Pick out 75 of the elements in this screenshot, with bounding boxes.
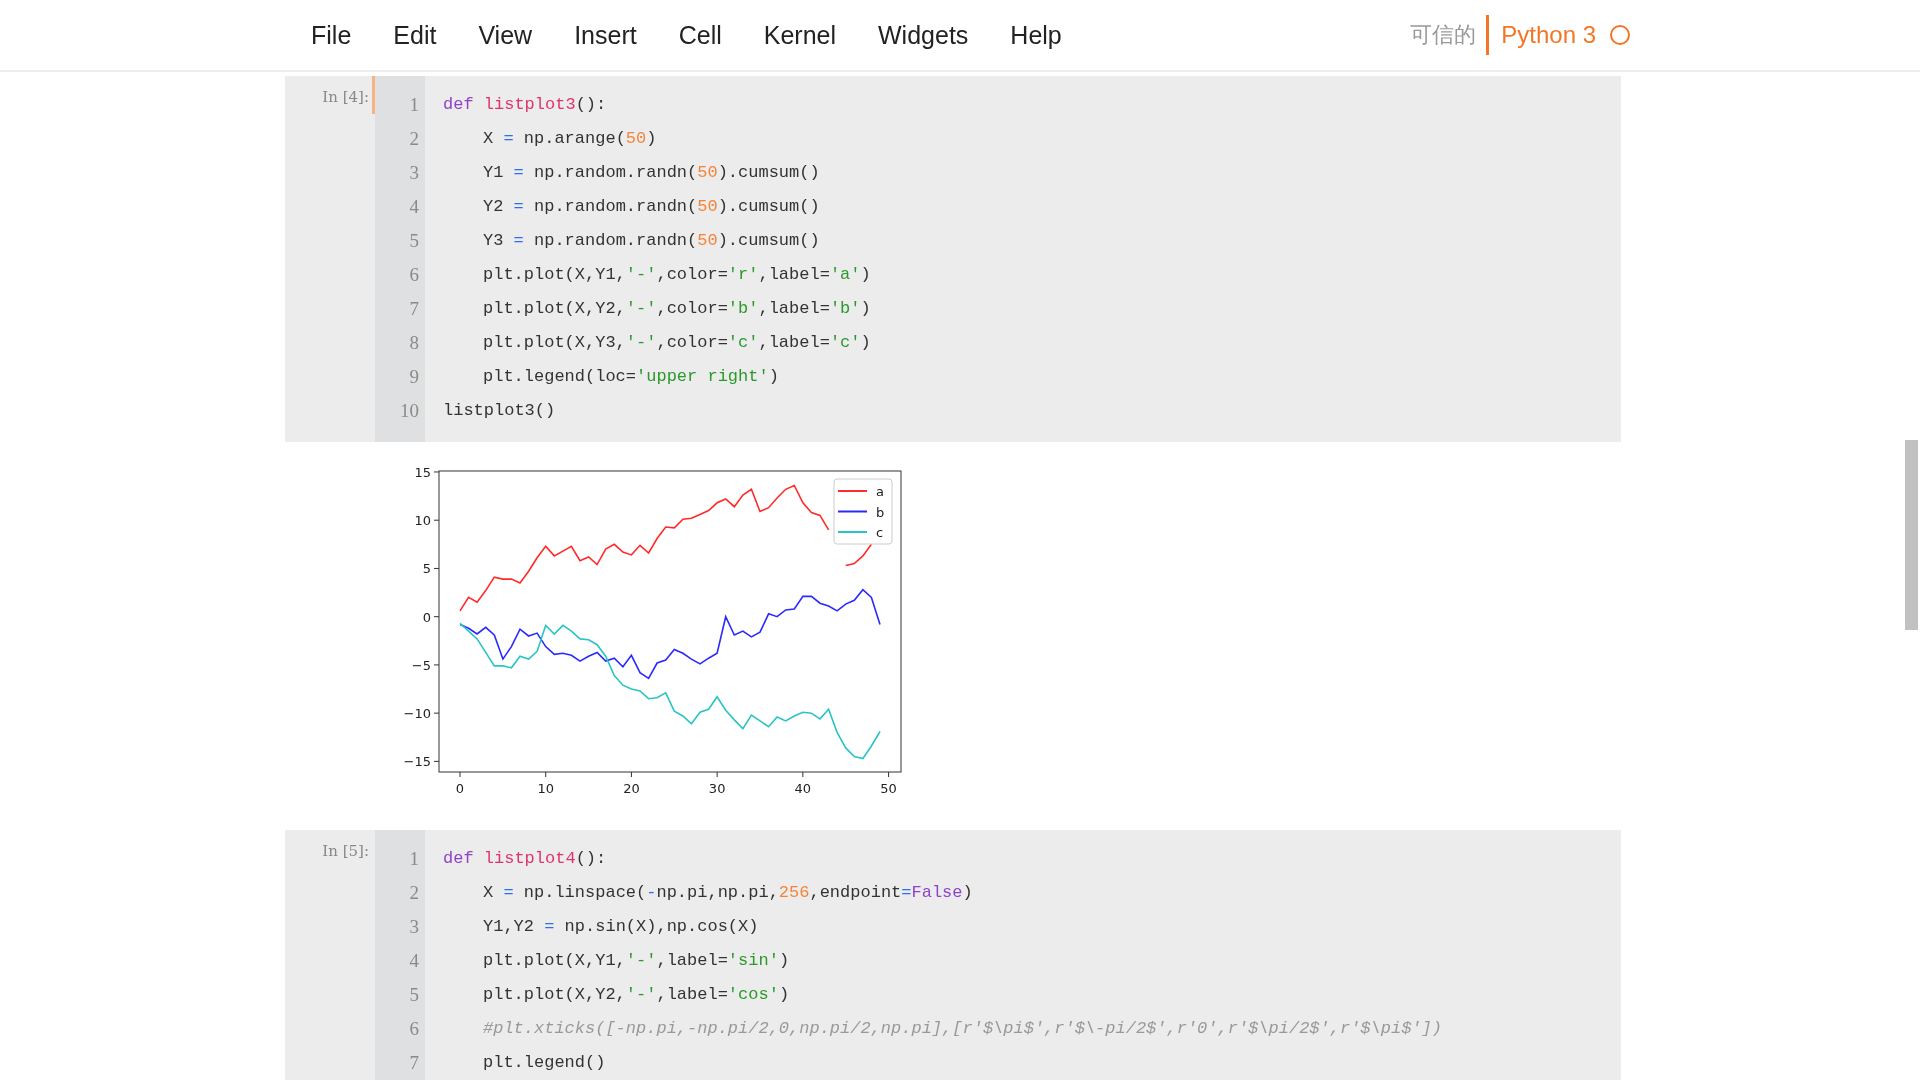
- y-tick-label: −10: [403, 706, 431, 722]
- x-tick: 20: [623, 771, 640, 796]
- y-tick: 0: [422, 609, 440, 625]
- y-tick-label: 15: [414, 464, 431, 480]
- code-line: plt.plot(X,Y1,'-',label='sin'): [482, 950, 791, 972]
- menu-item[interactable]: Help: [989, 20, 1083, 50]
- y-tick-label: 10: [414, 513, 431, 529]
- code-line: Y1,Y2 = np.sin(X),np.cos(X): [482, 916, 760, 938]
- code-line: Y2 = np.random.randn(50).cumsum(): [482, 196, 821, 218]
- x-tick-label: 0: [455, 781, 465, 796]
- menu-item[interactable]: Cell: [657, 20, 743, 50]
- code-line: listplot3(): [443, 400, 557, 422]
- code-line: def listplot3():: [443, 94, 608, 116]
- line-number: 6: [408, 1017, 420, 1041]
- menu-item[interactable]: Insert: [553, 20, 658, 50]
- x-tick-label: 10: [537, 781, 554, 796]
- line-number: 2: [408, 127, 420, 151]
- y-tick: 5: [422, 561, 440, 577]
- legend-label: c: [876, 525, 884, 540]
- code-line: Y3 = np.random.randn(50).cumsum(): [482, 230, 821, 252]
- line-number: 4: [408, 195, 420, 219]
- y-tick: 15: [414, 464, 440, 480]
- x-tick-label: 40: [794, 781, 812, 796]
- line-number: 2: [408, 881, 420, 905]
- y-tick-label: 0: [422, 609, 431, 625]
- line-number: 7: [408, 297, 420, 321]
- code-line: plt.legend(loc='upper right'): [482, 366, 780, 388]
- y-tick: −5: [411, 657, 440, 673]
- input-prompt: In [4]:: [322, 88, 370, 106]
- scrollbar-thumb[interactable]: [1905, 440, 1918, 630]
- line-number: 8: [408, 331, 420, 355]
- code-line: #plt.xticks([-np.pi,-np.pi/2,0,np.pi/2,np.pi],[r'$\pi$',r'$\-pi/2$',r'0',r'$\pi/2$',r'$\pi$']): [482, 1018, 1443, 1040]
- y-tick: −10: [403, 706, 440, 722]
- menu-item[interactable]: File: [290, 20, 373, 50]
- x-tick: 10: [537, 771, 554, 796]
- kernel-name: Python 3: [1500, 21, 1597, 49]
- line-number: 1: [408, 847, 420, 871]
- line-number: 3: [408, 161, 420, 185]
- line-number: 5: [408, 229, 420, 253]
- line-number: 6: [408, 263, 420, 287]
- menu-item[interactable]: Widgets: [857, 20, 990, 50]
- y-tick: −15: [403, 754, 440, 770]
- x-tick: 50: [880, 771, 897, 796]
- line-number: 1: [408, 93, 420, 117]
- line-number: 7: [408, 1051, 420, 1075]
- code-line: Y1 = np.random.randn(50).cumsum(): [482, 162, 821, 184]
- menu-item[interactable]: View: [457, 20, 554, 50]
- y-tick-label: −15: [403, 754, 431, 770]
- y-tick: 10: [414, 513, 440, 529]
- line-number: 4: [408, 949, 420, 973]
- menu-item[interactable]: Edit: [372, 20, 458, 50]
- x-tick-label: 50: [880, 781, 897, 796]
- x-tick-label: 20: [623, 781, 640, 796]
- code-line: plt.plot(X,Y2,'-',label='cos'): [482, 984, 791, 1006]
- legend-label: b: [876, 504, 885, 520]
- code-line: def listplot4():: [443, 848, 608, 870]
- x-tick-label: 30: [708, 781, 726, 796]
- line-number: 9: [408, 365, 420, 389]
- x-tick: 30: [708, 771, 726, 796]
- code-line: plt.plot(X,Y2,'-',color='b',label='b'): [482, 298, 872, 320]
- code-line: X = np.linspace(-np.pi,np.pi,256,endpoint=False): [482, 882, 974, 904]
- menu-item[interactable]: Kernel: [742, 20, 857, 50]
- x-tick: 0: [455, 771, 465, 796]
- legend-label: a: [876, 484, 884, 499]
- y-tick-label: 5: [422, 561, 431, 577]
- line-number: 10: [399, 399, 420, 423]
- code-line: plt.plot(X,Y3,'-',color='c',label='c'): [482, 332, 872, 354]
- line-number: 3: [408, 915, 420, 939]
- y-tick-label: −5: [411, 657, 431, 673]
- code-line: plt.legend(): [482, 1052, 607, 1074]
- code-line: plt.plot(X,Y1,'-',color='r',label='a'): [482, 264, 872, 286]
- line-number: 5: [408, 983, 420, 1007]
- x-tick: 40: [794, 771, 812, 796]
- input-prompt: In [5]:: [322, 842, 370, 860]
- code-line: X = np.arange(50): [482, 128, 658, 150]
